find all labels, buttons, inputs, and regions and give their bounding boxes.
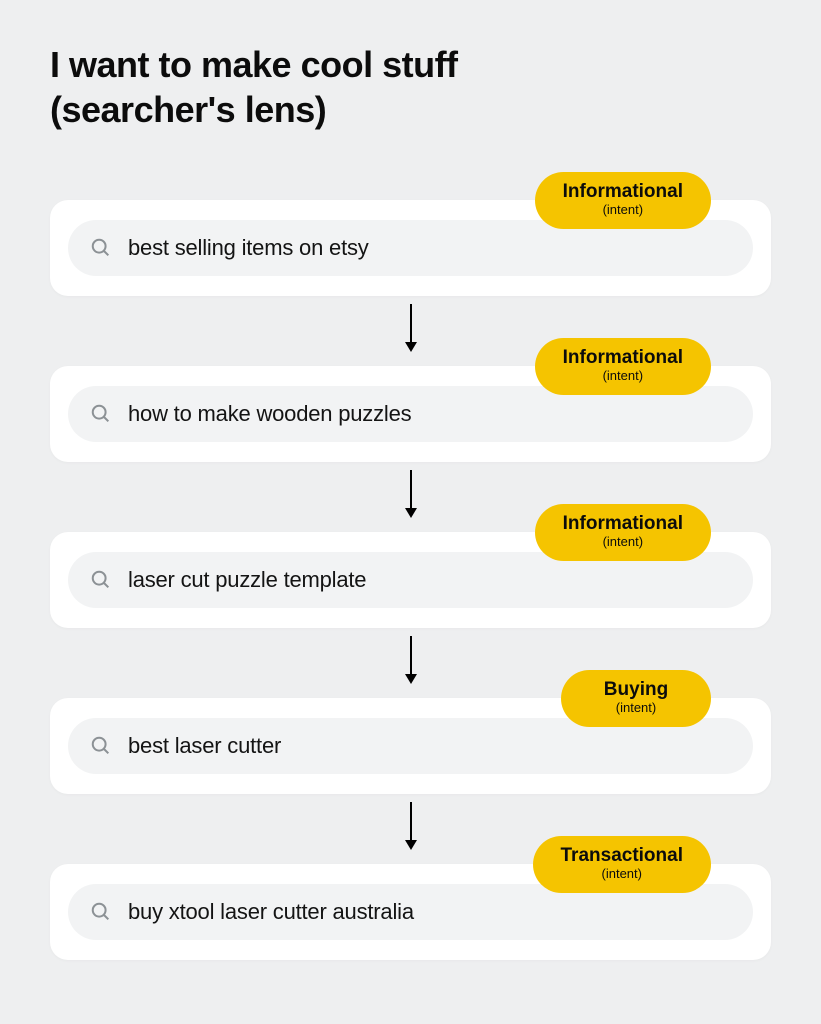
search-flow: Informational (intent) best selling item… (50, 184, 771, 960)
search-step: Informational (intent) how to make woode… (50, 366, 771, 462)
search-step: Transactional (intent) buy xtool laser c… (50, 864, 771, 960)
intent-label: Buying (589, 680, 683, 700)
title-line-1: I want to make cool stuff (50, 44, 458, 85)
intent-subtext: (intent) (589, 701, 683, 715)
search-query: best laser cutter (128, 733, 281, 759)
intent-badge: Informational (intent) (535, 504, 711, 561)
search-query: how to make wooden puzzles (128, 401, 411, 427)
title-line-2: (searcher's lens) (50, 89, 326, 130)
intent-label: Informational (563, 182, 683, 202)
intent-label: Transactional (561, 846, 684, 866)
search-query: buy xtool laser cutter australia (128, 899, 414, 925)
search-step: Informational (intent) laser cut puzzle … (50, 532, 771, 628)
intent-badge: Informational (intent) (535, 172, 711, 229)
intent-badge: Informational (intent) (535, 338, 711, 395)
intent-subtext: (intent) (561, 867, 684, 881)
intent-label: Informational (563, 514, 683, 534)
search-query: laser cut puzzle template (128, 567, 366, 593)
search-icon (90, 735, 112, 757)
page-title: I want to make cool stuff (searcher's le… (50, 42, 771, 132)
search-icon (90, 901, 112, 923)
intent-subtext: (intent) (563, 369, 683, 383)
intent-badge: Buying (intent) (561, 670, 711, 727)
search-icon (90, 569, 112, 591)
intent-badge: Transactional (intent) (533, 836, 712, 893)
intent-label: Informational (563, 348, 683, 368)
intent-subtext: (intent) (563, 535, 683, 549)
intent-subtext: (intent) (563, 203, 683, 217)
search-icon (90, 403, 112, 425)
search-step: Informational (intent) best selling item… (50, 200, 771, 296)
search-step: Buying (intent) best laser cutter (50, 698, 771, 794)
search-query: best selling items on etsy (128, 235, 369, 261)
search-icon (90, 237, 112, 259)
